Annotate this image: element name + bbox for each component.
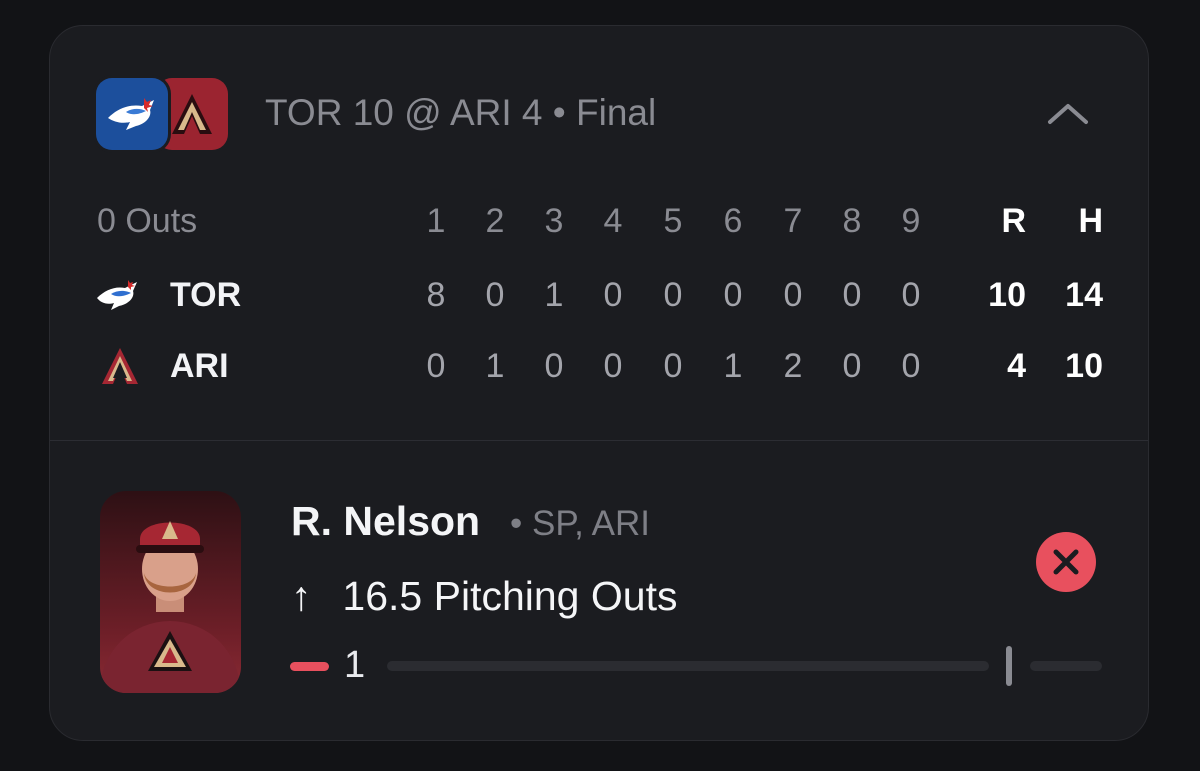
current-value: 1: [344, 644, 366, 686]
remove-button[interactable]: [1036, 532, 1096, 592]
inning-score: 1: [485, 347, 505, 385]
ari-a-icon: [102, 348, 138, 384]
runs-header: R: [1001, 202, 1026, 240]
inning-score: 0: [426, 347, 446, 385]
inning-score: 8: [426, 276, 446, 314]
team-abbr-tor: TOR: [170, 276, 242, 314]
inning-score: 0: [842, 347, 862, 385]
inning-score: 0: [485, 276, 505, 314]
inning-score: 0: [842, 276, 862, 314]
hits-total: 10: [1065, 347, 1103, 385]
inning-header: 6: [723, 202, 743, 240]
inning-score: 0: [544, 347, 564, 385]
player-meta: • SP, ARI: [510, 504, 651, 543]
status-dash: [290, 662, 329, 671]
inning-score: 0: [663, 276, 683, 314]
inning-header: 2: [485, 202, 505, 240]
runs-total: 4: [1007, 347, 1026, 385]
progress-track: [387, 661, 989, 671]
blue-jay-icon: [97, 280, 137, 310]
inning-header: 5: [663, 202, 683, 240]
game-summary: TOR 10 @ ARI 4 • Final: [265, 92, 657, 133]
inning-score: 0: [603, 276, 623, 314]
inning-header: 7: [783, 202, 803, 240]
inning-score: 2: [783, 347, 803, 385]
collapse-button[interactable]: [1046, 94, 1090, 134]
inning-score: 0: [901, 276, 921, 314]
player-photo-icon: [100, 521, 240, 693]
inning-header: 9: [901, 202, 921, 240]
team-logos: [96, 78, 228, 150]
player-name: R. Nelson: [291, 498, 481, 544]
line-marker: [1006, 646, 1012, 686]
close-icon: [1053, 549, 1079, 575]
progress-track-end: [1030, 661, 1102, 671]
chevron-up-icon: [1048, 104, 1088, 124]
player-avatar: [100, 491, 241, 693]
prop-stat: Pitching Outs: [433, 573, 678, 619]
hits-header: H: [1078, 202, 1103, 240]
outs-label: 0 Outs: [97, 202, 198, 240]
prop-line-value: 16.5: [342, 573, 423, 619]
tor-logo-tile: [96, 78, 168, 150]
inning-header: 1: [426, 202, 446, 240]
inning-header: 4: [603, 202, 623, 240]
inning-score: 1: [544, 276, 564, 314]
blue-jay-icon: [108, 98, 154, 130]
prop-line: ↑ 16.5 Pitching Outs: [291, 573, 677, 620]
inning-score: 0: [723, 276, 743, 314]
arrow-up-icon: ↑: [291, 573, 312, 619]
inning-score: 0: [783, 276, 803, 314]
inning-score: 0: [603, 347, 623, 385]
team-abbr-ari: ARI: [170, 347, 229, 385]
hits-total: 14: [1065, 276, 1103, 314]
inning-score: 1: [723, 347, 743, 385]
inning-header: 8: [842, 202, 862, 240]
inning-score: 0: [663, 347, 683, 385]
game-card: TOR 10 @ ARI 4 • Final 0 Outs 1 2 3 4 5 …: [49, 25, 1149, 741]
section-divider: [50, 440, 1148, 441]
inning-header: 3: [544, 202, 564, 240]
inning-score: 0: [901, 347, 921, 385]
runs-total: 10: [988, 276, 1026, 314]
